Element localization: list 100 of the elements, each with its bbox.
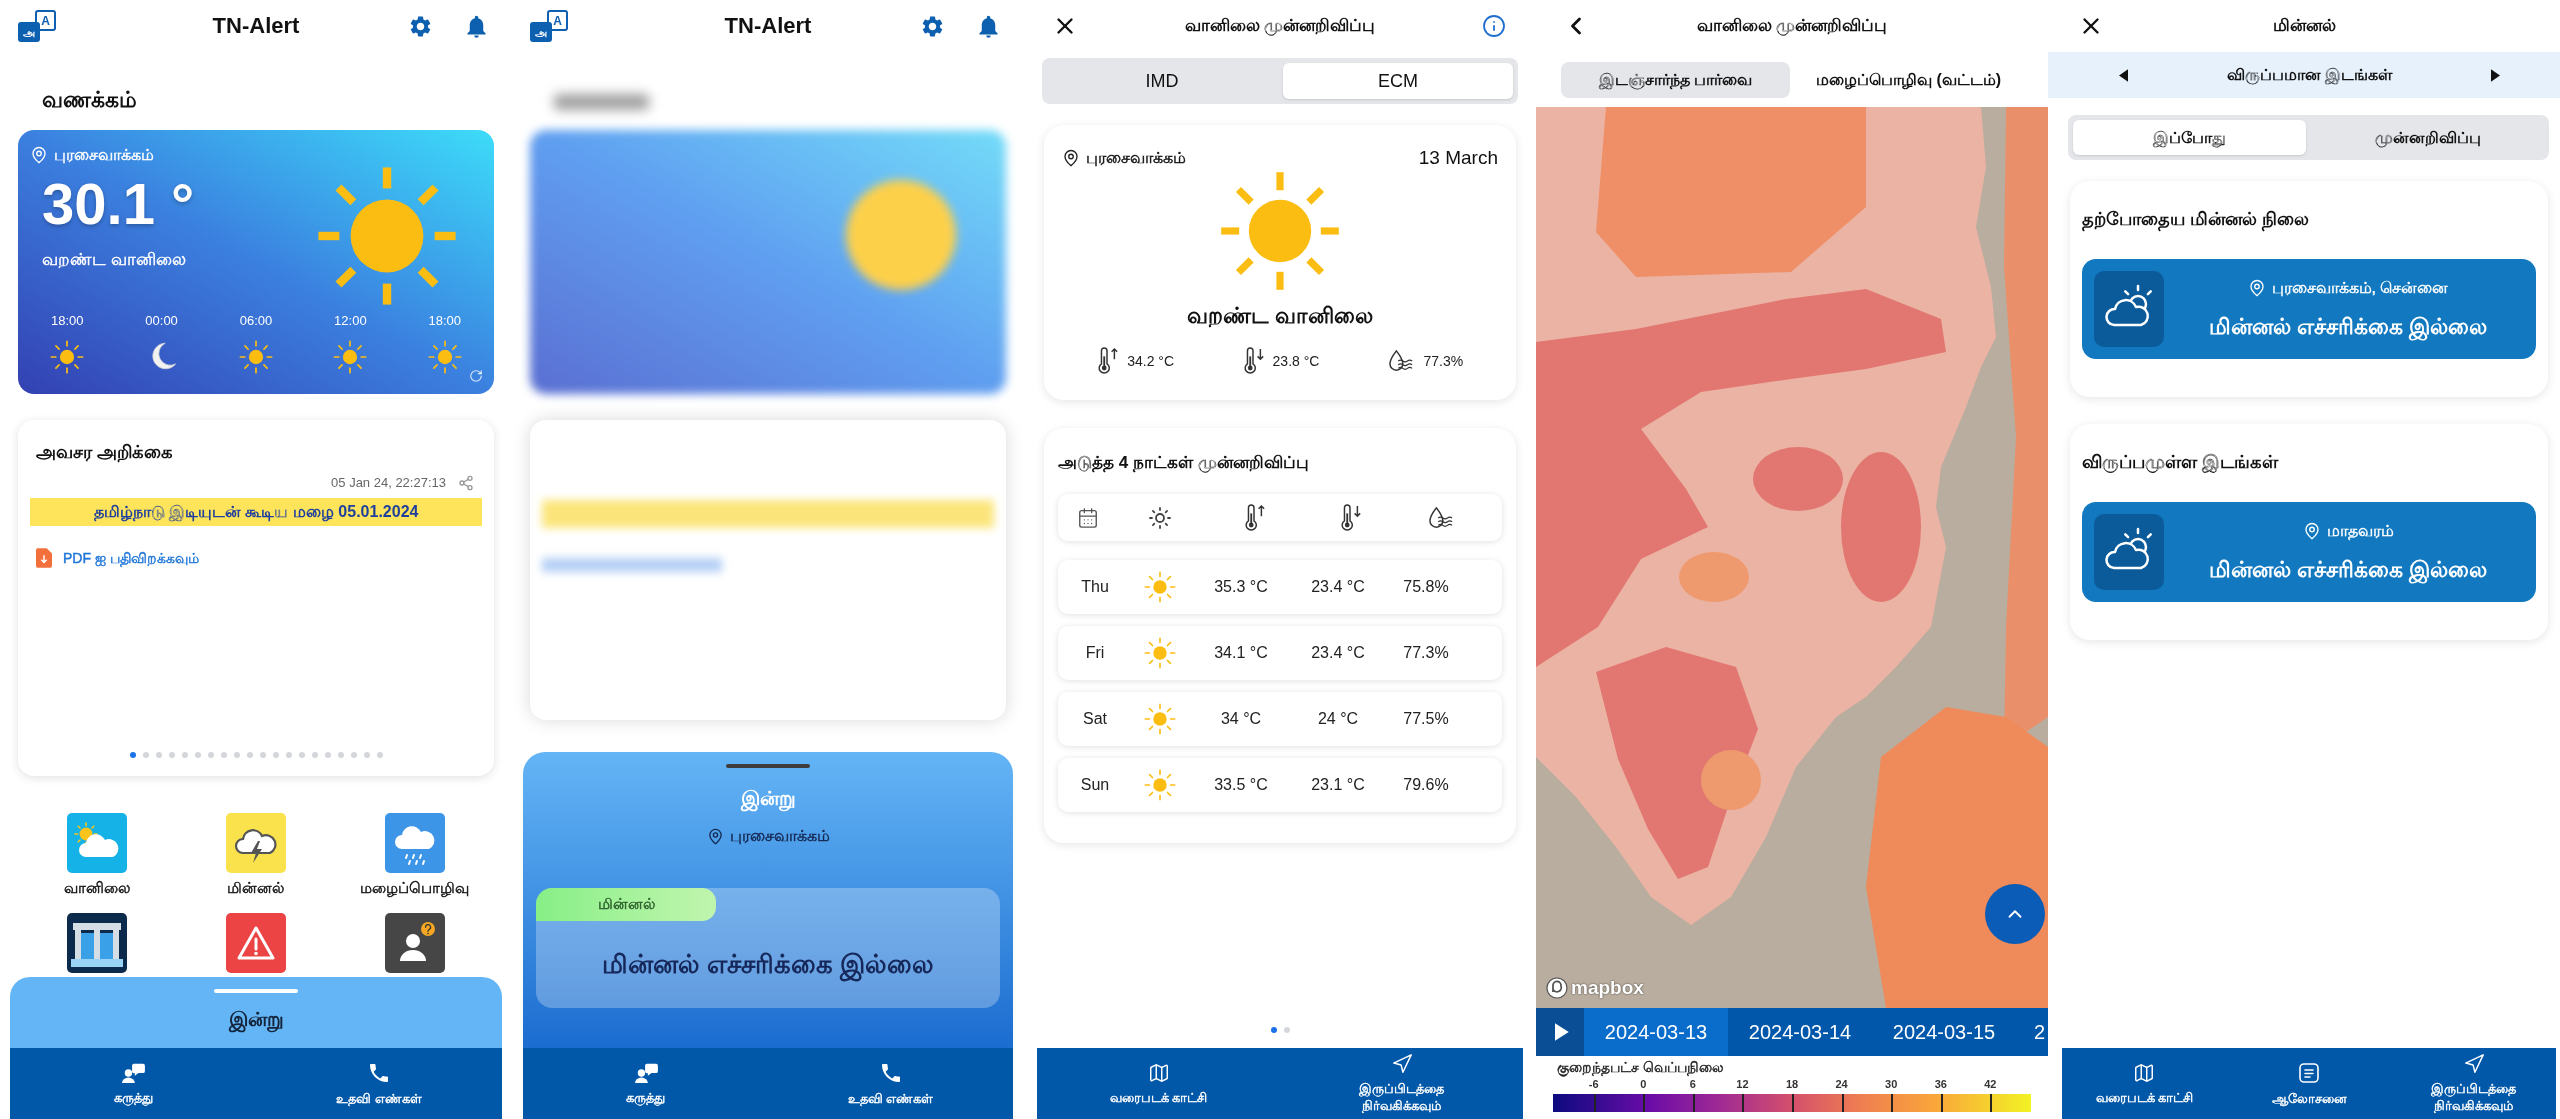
rainfall-shortcut[interactable]: மழைப்பொழிவு (360, 813, 470, 898)
app-title: TN-Alert (212, 12, 300, 40)
hour-label: 18:00 (50, 312, 84, 330)
max-temperature: 33.5 °C (1213, 775, 1269, 795)
alert-banner: தமிழ்நாடு இடியுடன் கூடிய மழை 05.01.2024 (30, 498, 482, 526)
location-pin-icon (2302, 522, 2321, 540)
section-title: விருப்பமுள்ள இடங்கள் (2082, 451, 2280, 474)
sun-icon (50, 340, 85, 374)
map-icon (2133, 1061, 2156, 1084)
greeting: வணக்கம் (42, 86, 138, 114)
warning-icon[interactable] (226, 913, 286, 973)
document-icon (2297, 1060, 2321, 1085)
mode-tab[interactable]: இப்போது (2073, 120, 2306, 155)
mode-tab[interactable]: முன்னறிவிப்பு (2311, 120, 2544, 155)
view-tab[interactable]: மழைப்பொழிவு (வட்டம்) (1794, 61, 2023, 98)
info-icon[interactable] (1482, 14, 1506, 38)
sun-icon (1144, 769, 1176, 801)
hour-label: 06:00 (239, 312, 273, 330)
cloud-sun-icon (2094, 271, 2164, 347)
navigation-arrow-icon (1390, 1053, 1413, 1075)
alert-card-title: அவசர அறிக்கை (35, 441, 174, 464)
lightning-status: மின்னல் எச்சரிக்கை இல்லை (2208, 556, 2488, 584)
thermometer-up-icon (1242, 503, 1266, 532)
sun-icon (1148, 505, 1172, 530)
outlook-title: அடுத்த 4 நாட்கள் முன்னறிவிப்பு (1058, 452, 1310, 475)
sun-icon (333, 340, 368, 374)
location-name: புரசைவாக்கம் (729, 826, 830, 846)
hour-label: 00:00 (145, 312, 178, 330)
source-tab[interactable]: ECM (1283, 63, 1513, 99)
app-title: TN-Alert (724, 12, 812, 40)
view-tab[interactable]: இடஞ்சார்ந்த பார்வை (1561, 61, 1790, 98)
location-pin-icon (30, 146, 48, 164)
legend-tick-label: 24 (1835, 1077, 1848, 1091)
humidity-value: 79.6% (1402, 775, 1450, 795)
manage-location-nav-item[interactable]: இருப்பிடத்தை நிர்வகிக்கவும் (2391, 1048, 2556, 1119)
map-view-nav-item[interactable]: வரைபடக் காட்சி (1037, 1048, 1280, 1119)
weather-shortcut[interactable]: வானிலை (64, 813, 131, 898)
rain-cloud-icon (384, 813, 445, 873)
location-name: மாதவரம் (2326, 521, 2394, 542)
legend-tick-label: 36 (1934, 1077, 1947, 1091)
dam-icon[interactable] (67, 913, 128, 973)
location-pin-icon (1062, 149, 1080, 167)
screen-title: வானிலை முன்னறிவிப்பு (1696, 15, 1888, 38)
sun-icon (239, 340, 273, 374)
person-help-icon[interactable] (384, 913, 445, 973)
humidity-icon (1427, 505, 1455, 530)
sun-icon (1144, 637, 1176, 669)
day-name: Sun (1079, 775, 1111, 795)
share-icon[interactable] (458, 475, 474, 491)
forecast-date: 13 March (1418, 146, 1498, 170)
humidity-value: 77.3% (1402, 643, 1450, 663)
caret-left-icon[interactable] (2119, 68, 2128, 82)
manage-location-nav-item[interactable]: இருப்பிடத்தை நிர்வகிக்கவும் (1280, 1048, 1523, 1119)
legend-tick-label: 42 (1984, 1077, 1997, 1091)
humidity-value: 75.8% (1402, 577, 1450, 597)
thermometer-up-icon (1095, 347, 1120, 375)
advisory-nav-item[interactable]: ஆலோசனை (2226, 1048, 2392, 1119)
refresh-icon[interactable] (469, 369, 483, 383)
weather-card[interactable]: புரசைவாக்கம் 30.1 ° வறண்ட வானிலை 18:00 00:00 06:00 12:00 18:00 (18, 130, 494, 394)
map-view-nav-item[interactable]: வரைபடக் காட்சி (2062, 1048, 2227, 1119)
min-temperature: 23.1 °C (1310, 775, 1366, 795)
stat-value: 23.8 °C (1272, 352, 1320, 371)
lightning-shortcut[interactable]: மின்னல் (226, 813, 286, 898)
date-tab[interactable]: 2024-03-13 (1584, 1008, 1728, 1056)
translate-button[interactable]: அ A (18, 10, 56, 42)
humidity-value: 77.5% (1402, 709, 1450, 729)
location-pin-icon (706, 827, 724, 845)
sheet-title: இன்று (740, 784, 796, 812)
lightning-status-card[interactable]: மாதவரம் மின்னல் எச்சரிக்கை இல்லை (2082, 502, 2536, 602)
alert-message: மின்னல் எச்சரிக்கை இல்லை (536, 947, 1000, 981)
section-title: தற்போதைய மின்னல் நிலை (2082, 181, 2536, 231)
translate-button[interactable]: அ A (530, 10, 568, 42)
caret-right-icon[interactable] (2491, 68, 2500, 82)
day-name: Thu (1080, 577, 1110, 597)
sheet-handle[interactable] (214, 989, 298, 993)
min-temperature: 24 °C (1316, 709, 1360, 729)
location-group-title: விருப்பமான இடங்கள் (2226, 65, 2393, 86)
legend-tick-label: 18 (1785, 1077, 1799, 1091)
sheet-handle[interactable] (726, 764, 810, 768)
day-name: Sat (1082, 709, 1108, 729)
sun-icon (1144, 703, 1176, 735)
alert-timestamp: 05 Jan 24, 22:27:13 (331, 474, 446, 492)
lightning-status-card[interactable]: புரசைவாக்கம், சென்னை மின்னல் எச்சரிக்கை இல்லை (2082, 259, 2536, 359)
helpline-nav-item[interactable]: உதவி எண்கள் (768, 1048, 1013, 1119)
source-tab[interactable]: IMD (1047, 63, 1277, 99)
play-button[interactable] (1536, 1008, 1584, 1056)
min-temperature: 23.4 °C (1310, 643, 1366, 663)
temperature-reading: 30.1 ° (41, 172, 196, 236)
stat-value: 34.2 °C (1127, 352, 1175, 371)
bottom-sheet[interactable]: இன்று (10, 977, 502, 1048)
feedback-nav-item[interactable]: கருத்து (10, 1048, 256, 1119)
feedback-nav-item[interactable]: கருத்து (523, 1048, 768, 1119)
sun-cloud-icon (67, 813, 128, 873)
location-pin-icon (2247, 279, 2266, 297)
legend-tick-label: 0 (1640, 1077, 1647, 1091)
location-name: புரசைவாக்கம், சென்னை (2271, 278, 2449, 298)
legend-tick-label: 12 (1736, 1077, 1749, 1091)
pdf-download-link[interactable]: PDF ஐ பதிவிறக்கவும் (36, 548, 199, 568)
helpline-nav-item[interactable]: உதவி எண்கள் (256, 1048, 502, 1119)
legend-tick-label: -6 (1588, 1077, 1599, 1091)
